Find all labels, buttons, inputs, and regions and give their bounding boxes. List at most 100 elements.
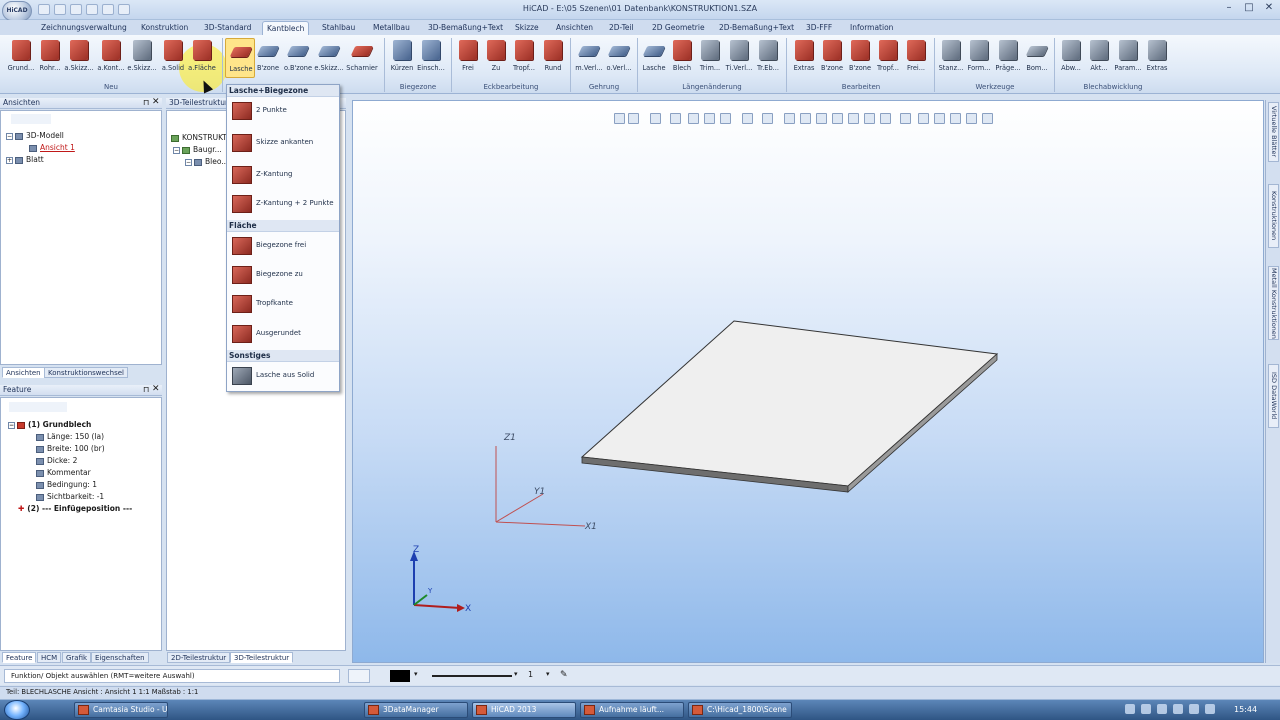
- sheet-top-face[interactable]: [580, 320, 999, 487]
- tab-virtuelle-blaetter[interactable]: Virtuelle Blätter: [1268, 102, 1279, 162]
- tab-konstruktionswechsel[interactable]: Konstruktionswechsel: [44, 367, 128, 378]
- close-button[interactable]: ✕: [1262, 2, 1276, 14]
- pin-icon[interactable]: ⊓: [143, 385, 149, 394]
- kuerzen-button[interactable]: Kürzen: [387, 38, 417, 78]
- a-flaeche-button[interactable]: a.Fläche: [187, 38, 217, 78]
- lasche-button[interactable]: Lasche: [225, 38, 255, 78]
- tab-stahlbau[interactable]: Stahlbau: [318, 21, 359, 35]
- view-toolbar-icon[interactable]: [918, 113, 929, 124]
- close-icon[interactable]: ✕: [152, 97, 160, 107]
- task-camtasia[interactable]: Camtasia Studio - U...: [74, 702, 168, 718]
- laenge-blech-button[interactable]: Blech: [667, 38, 697, 78]
- tab-metallbau[interactable]: Metallbau: [369, 21, 414, 35]
- tab-isd-dataworld[interactable]: ISD DataWorld: [1268, 364, 1279, 428]
- laenge-lasche-button[interactable]: Lasche: [639, 38, 669, 78]
- rund-button[interactable]: Rund: [538, 38, 568, 78]
- feature-grundblech[interactable]: − (1) Grundblech: [8, 420, 91, 429]
- tab-eigenschaften[interactable]: Eigenschaften: [91, 652, 149, 663]
- line-style-selector[interactable]: [432, 675, 512, 677]
- feature-param[interactable]: Breite: 100 (br): [36, 444, 105, 453]
- menu-item-ausgerundet[interactable]: Ausgerundet: [230, 322, 338, 346]
- view-toolbar-icon[interactable]: [982, 113, 993, 124]
- menu-item-skizze-ankanten[interactable]: Skizze ankanten: [230, 131, 338, 155]
- feature-param[interactable]: Länge: 150 (la): [36, 432, 104, 441]
- menu-item-tropfkante[interactable]: Tropfkante: [230, 292, 338, 316]
- tray-icon[interactable]: [1205, 704, 1215, 714]
- m-verlaengerung-button[interactable]: m.Verl...: [574, 38, 604, 78]
- tropfkante-button[interactable]: Tropf...: [509, 38, 539, 78]
- rohr-button[interactable]: Rohr...: [35, 38, 65, 78]
- biegezone-button[interactable]: B'zone: [253, 38, 283, 78]
- tree-item-blatt[interactable]: + Blatt: [6, 155, 44, 164]
- pin-icon[interactable]: ⊓: [143, 98, 149, 107]
- frei-button[interactable]: Frei: [453, 38, 483, 78]
- view-toolbar-icon[interactable]: [950, 113, 961, 124]
- einschneiden-button[interactable]: Einsch...: [416, 38, 446, 78]
- e-skizze-button[interactable]: e.Skizz...: [127, 38, 157, 78]
- a-kontur-button[interactable]: a.Kont...: [96, 38, 126, 78]
- tree-item-ansicht-1[interactable]: Ansicht 1: [29, 143, 75, 152]
- tab-3d-fff[interactable]: 3D-FFF: [802, 21, 836, 35]
- tab-kantblech[interactable]: Kantblech: [262, 21, 310, 35]
- view-toolbar-icon[interactable]: [816, 113, 827, 124]
- feature-param[interactable]: Dicke: 2: [36, 456, 77, 465]
- task-aufnahme[interactable]: Aufnahme läuft...: [580, 702, 684, 718]
- e-skizze2-button[interactable]: e.Skizz...: [314, 38, 344, 78]
- tab-ansichten-panel[interactable]: Ansichten: [2, 367, 45, 378]
- tree-item-3d-modell[interactable]: −3D-Modell: [6, 131, 64, 140]
- parameter-button[interactable]: Param...: [1113, 38, 1143, 78]
- clock[interactable]: 15:44: [1234, 705, 1257, 714]
- menu-item-z-kantung-2-punkte[interactable]: Z-Kantung + 2 Punkte: [230, 192, 338, 216]
- extras-button[interactable]: Extras: [789, 38, 819, 78]
- tab-2d-teilestruktur[interactable]: 2D-Teilestruktur: [167, 652, 231, 663]
- tab-feature[interactable]: Feature: [2, 652, 37, 663]
- tr-eb-button[interactable]: Tr.Eb...: [753, 38, 783, 78]
- start-button[interactable]: [4, 700, 30, 720]
- view-toolbar-icon[interactable]: [832, 113, 843, 124]
- tray-icon[interactable]: [1141, 704, 1151, 714]
- view-toolbar-icon[interactable]: [864, 113, 875, 124]
- view-toolbar-icon[interactable]: [966, 113, 977, 124]
- tab-information[interactable]: Information: [846, 21, 897, 35]
- view-toolbar-icon[interactable]: [670, 113, 681, 124]
- view-toolbar-icon[interactable]: [742, 113, 753, 124]
- menu-item-biegezone-frei[interactable]: Biegezone frei: [230, 234, 338, 258]
- formen-button[interactable]: Form...: [964, 38, 994, 78]
- expand-icon[interactable]: −: [8, 421, 15, 429]
- bom-button[interactable]: Bom...: [1022, 38, 1052, 78]
- 3d-viewport[interactable]: Z1 Y1 X1 Z Y X: [352, 100, 1264, 663]
- feature-param[interactable]: Kommentar: [36, 468, 91, 477]
- a-skizze-button[interactable]: a.Skizz...: [64, 38, 94, 78]
- chevron-down-icon[interactable]: ▾: [514, 670, 518, 678]
- layer-icon[interactable]: [348, 669, 370, 683]
- feature-param[interactable]: Bedingung: 1: [36, 480, 97, 489]
- tab-grafik[interactable]: Grafik: [62, 652, 92, 663]
- view-toolbar-icon[interactable]: [848, 113, 859, 124]
- tab-2d-teil[interactable]: 2D-Teil: [605, 21, 638, 35]
- menu-item-z-kantung[interactable]: Z-Kantung: [230, 163, 338, 187]
- view-toolbar-icon[interactable]: [614, 113, 625, 124]
- abwicklung-button[interactable]: Abw...: [1056, 38, 1086, 78]
- view-toolbar-icon[interactable]: [628, 113, 639, 124]
- o-biegezone-button[interactable]: o.B'zone: [283, 38, 313, 78]
- minimize-button[interactable]: –: [1222, 2, 1236, 14]
- aktualisieren-button[interactable]: Akt...: [1084, 38, 1114, 78]
- tab-metall-konstruktionen[interactable]: Metall Konstruktionen: [1268, 266, 1279, 340]
- bearbeiten-bzone-button[interactable]: B'zone: [817, 38, 847, 78]
- tree-item-blech[interactable]: − Bleo...: [185, 157, 228, 166]
- tab-hcm[interactable]: HCM: [37, 652, 62, 663]
- feature-param[interactable]: Sichtbarkeit: -1: [36, 492, 104, 501]
- tab-skizze[interactable]: Skizze: [511, 21, 543, 35]
- view-toolbar-icon[interactable]: [934, 113, 945, 124]
- tab-konstruktionen[interactable]: Konstruktionen: [1268, 184, 1279, 248]
- pen-icon[interactable]: ✎: [560, 670, 572, 682]
- line-width-value[interactable]: 1: [528, 670, 533, 679]
- menu-item-2-punkte[interactable]: 2 Punkte: [230, 99, 338, 123]
- expand-icon[interactable]: −: [173, 146, 180, 154]
- abwicklung-extras-button[interactable]: Extras: [1142, 38, 1172, 78]
- color-swatch[interactable]: [390, 670, 410, 682]
- close-icon[interactable]: ✕: [152, 384, 160, 394]
- scharnier-button[interactable]: Scharnier: [346, 38, 378, 78]
- view-toolbar-icon[interactable]: [762, 113, 773, 124]
- chevron-down-icon[interactable]: ▾: [414, 670, 424, 678]
